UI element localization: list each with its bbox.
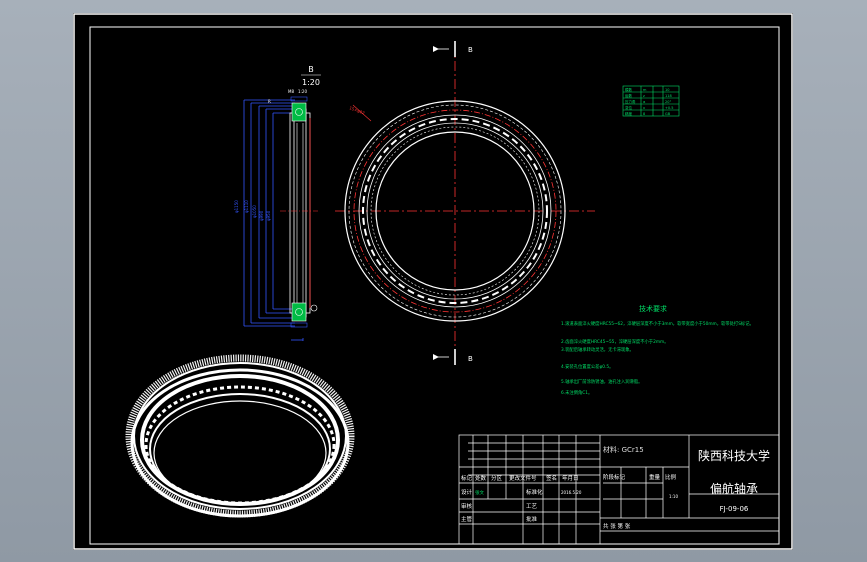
part-name: 偏航轴承 — [710, 481, 758, 496]
svg-text:α: α — [643, 100, 646, 104]
design-date: 2016.5.20 — [561, 490, 582, 495]
svg-text:M8: M8 — [288, 89, 294, 94]
isometric-ring-view — [125, 354, 355, 518]
svg-text:模数: 模数 — [625, 87, 633, 92]
design-label: 设计 — [461, 488, 473, 496]
svg-text:x: x — [643, 106, 645, 110]
audit-label: 审核 — [461, 502, 473, 510]
design-name: 张文 — [475, 489, 484, 496]
detail-scale: 1:20 — [302, 78, 320, 87]
svg-text:压力角: 压力角 — [625, 99, 636, 104]
weight-label: 重量 — [649, 473, 661, 481]
scale-value: 1:10 — [669, 494, 678, 499]
school-name: 陕西科技大学 — [698, 448, 770, 463]
section-label-top: B — [468, 46, 473, 54]
front-ring-view: 15×φ22 — [335, 43, 595, 353]
svg-text:变位: 变位 — [625, 105, 633, 110]
section-marker-top: B — [433, 41, 473, 57]
scale-header: 比例 — [665, 473, 677, 481]
rev-col-zone: 分区 — [491, 474, 503, 482]
svg-text:φ990: φ990 — [259, 210, 264, 221]
sheet-count: 共 张 第 张 — [603, 522, 631, 530]
rev-col-date: 年月日 — [562, 474, 579, 482]
detail-letter: B — [308, 65, 314, 74]
notes-line-4: 4.安装孔位置度公差φ0.5。 — [561, 363, 613, 370]
svg-text:R: R — [268, 99, 271, 104]
svg-text:φ950: φ950 — [266, 210, 271, 221]
drawing-number: FJ-09-06 — [720, 505, 749, 513]
chief-label: 主管 — [461, 515, 473, 523]
inner-frame — [89, 26, 780, 545]
rev-col-sign: 签名 — [546, 474, 557, 482]
rev-col-file: 更改文件号 — [509, 474, 537, 482]
section-marker-bottom: B — [433, 349, 473, 365]
detail-section-view: B 1:20 φ1150 φ1110 φ1050 φ990 φ950 M8 R … — [234, 65, 321, 341]
outer-frame — [73, 13, 793, 550]
notes-line-6: 6.未注倒角C1。 — [561, 389, 592, 396]
rev-col-mark: 标记 — [461, 474, 473, 482]
svg-text:φ1110: φ1110 — [244, 200, 249, 213]
svg-text:齿数: 齿数 — [625, 93, 633, 98]
technical-requirements: 技术要求 1.滚道表面淬火硬度HRC55~62，淬硬层深度不小于3mm，软带宽度… — [561, 304, 754, 396]
svg-text:8: 8 — [643, 112, 645, 116]
svg-text:m: m — [643, 88, 647, 92]
notes-title: 技术要求 — [639, 304, 667, 313]
drawing-canvas: B 1:20 φ1150 φ1110 φ1050 φ990 φ950 M8 R … — [73, 13, 793, 550]
svg-text:1:20: 1:20 — [298, 89, 307, 94]
notes-line-2: 2.齿面淬火硬度HRC45~55，淬硬层深度不小于2mm。 — [561, 338, 669, 345]
svg-text:10: 10 — [665, 88, 669, 92]
notes-line-1: 1.滚道表面淬火硬度HRC55~62，淬硬层深度不小于3mm，软带宽度小于50m… — [561, 320, 754, 327]
svg-text:φ1150: φ1150 — [234, 200, 239, 213]
notes-line-5: 5.轴承出厂前涂防锈油，油孔注入润滑脂。 — [561, 378, 642, 385]
svg-text:精度: 精度 — [625, 111, 633, 116]
svg-text:φ1050: φ1050 — [252, 205, 257, 218]
drawing-sheet: B 1:20 φ1150 φ1110 φ1050 φ990 φ950 M8 R … — [73, 13, 793, 550]
svg-text:20°: 20° — [665, 100, 671, 104]
svg-text:+0.5: +0.5 — [665, 106, 674, 110]
approve-label: 批准 — [526, 515, 538, 523]
section-label-bottom: B — [468, 355, 473, 363]
svg-text:15×φ22: 15×φ22 — [349, 105, 366, 115]
process-label: 工艺 — [526, 503, 538, 510]
cad-viewport[interactable]: B 1:20 φ1150 φ1110 φ1050 φ990 φ950 M8 R … — [0, 0, 867, 562]
svg-text:118: 118 — [665, 94, 672, 98]
svg-text:GB: GB — [665, 112, 671, 116]
stage-mark-label: 阶段标记 — [603, 473, 626, 481]
standardize-label: 标准化 — [526, 488, 543, 496]
notes-line-3: 3.装配后轴承转动灵活，无卡滞现象。 — [561, 346, 634, 353]
svg-text:z: z — [643, 94, 645, 98]
rev-col-count: 处数 — [475, 474, 487, 482]
material-label: 材料: GCr15 — [603, 445, 644, 454]
